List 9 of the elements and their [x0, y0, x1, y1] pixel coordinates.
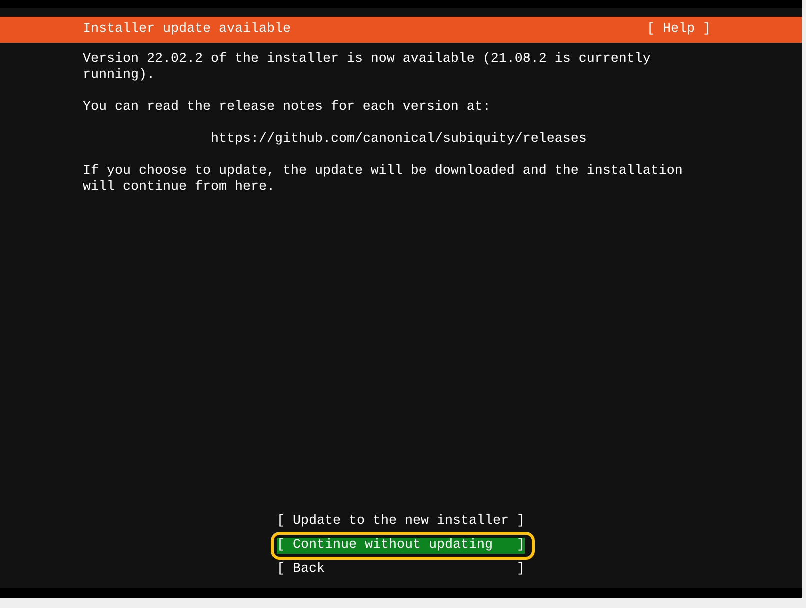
- release-url[interactable]: https://github.com/canonical/subiquity/releases: [83, 132, 702, 148]
- header-title: Installer update available: [83, 22, 291, 38]
- body-text: You can read the release notes for each version at:: [83, 100, 492, 116]
- menu-button[interactable]: [ Back ]: [277, 562, 525, 578]
- body-text: If you choose to update, the update will be downloaded and the installation will continue from here.: [83, 164, 684, 196]
- help-button[interactable]: [ Help ]: [647, 22, 711, 38]
- menu-button[interactable]: [ Continue without updating ]: [277, 538, 525, 554]
- body-text: Version 22.02.2 of the installer is now available (21.08.2 is currently running).: [83, 52, 652, 84]
- menu-button[interactable]: [ Update to the new installer ]: [277, 514, 525, 530]
